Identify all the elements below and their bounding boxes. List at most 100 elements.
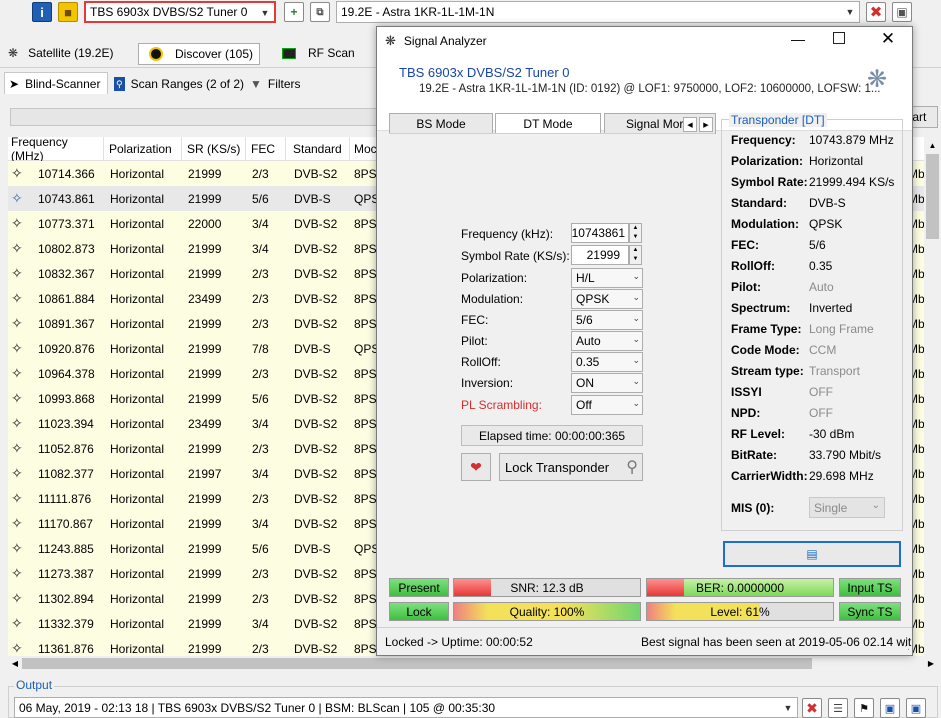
fec-select[interactable]: 5/6 ⌄: [571, 310, 643, 330]
inversion-label: Inversion:: [461, 375, 514, 390]
list-icon[interactable]: ☰: [828, 698, 848, 718]
chevron-down-icon: ▼: [783, 703, 793, 713]
table-cell: Horizontal: [110, 591, 165, 606]
rolloff-value: 0.35: [576, 355, 600, 369]
grid-hscrollbar[interactable]: ◀ ▶: [8, 656, 938, 671]
col-frequency[interactable]: Frequency (MHz): [8, 135, 104, 163]
satellite-dish-icon: ✧: [11, 190, 23, 206]
resize-grip-icon[interactable]: ⋱: [901, 641, 910, 652]
filter-icon: ▼: [250, 77, 262, 91]
scroll-thumb[interactable]: [926, 154, 939, 239]
scroll-up-icon[interactable]: ▲: [924, 137, 941, 154]
maximize-icon[interactable]: [833, 32, 845, 44]
ber-meter: BER: 0.0000000: [646, 578, 834, 597]
flag-icon[interactable]: ⚑: [854, 698, 874, 718]
modulation-value: QPSK: [576, 292, 610, 306]
transponder-value: -30 dBm: [809, 427, 855, 441]
table-cell: 21999: [188, 541, 222, 556]
transponder-label: Code Mode:: [731, 343, 800, 357]
symbol-rate-spinner[interactable]: ▲ ▼: [629, 245, 642, 265]
rolloff-select[interactable]: 0.35 ⌄: [571, 352, 643, 372]
inversion-row: Inversion:: [461, 372, 513, 393]
scroll-left-icon[interactable]: ◀: [8, 656, 22, 671]
new-page-icon[interactable]: +: [284, 2, 304, 22]
satellite-dish-icon: ✧: [11, 165, 23, 181]
table-cell: 21999: [188, 191, 222, 206]
table-cell: DVB-S2: [294, 466, 338, 481]
col-sr[interactable]: SR (KS/s): [184, 137, 246, 161]
table-cell: 11170.867: [38, 516, 93, 531]
save-output-icon[interactable]: ▣: [880, 698, 900, 718]
fec-label: FEC:: [461, 312, 489, 327]
satellite-dish-icon: ✧: [11, 215, 23, 231]
satellite-dish-icon: ✧: [11, 615, 23, 631]
col-fec[interactable]: FEC: [248, 137, 286, 161]
col-modulation-label: Moc: [354, 142, 377, 156]
analyzer-app-icon: ❋: [385, 33, 396, 48]
dt-mode-button[interactable]: DT Mode: [495, 113, 601, 134]
table-cell: Horizontal: [110, 366, 165, 381]
tab-filters[interactable]: ▼ Filters: [250, 73, 310, 95]
bs-mode-button[interactable]: BS Mode: [389, 113, 493, 134]
frequency-spinner[interactable]: ▲ ▼: [629, 223, 642, 243]
clear-output-icon[interactable]: ✖: [802, 698, 822, 718]
lock-transponder-button[interactable]: Lock Transponder ⚲: [499, 453, 643, 481]
save-icon[interactable]: ▣: [892, 2, 912, 22]
pl-scrambling-row: PL Scrambling:: [461, 394, 542, 415]
window-icon[interactable]: ▣: [906, 698, 926, 718]
frequency-value: 10743861: [571, 226, 625, 240]
satellite-dish-icon: ✧: [11, 565, 23, 581]
tab-discover[interactable]: Discover (105): [138, 43, 260, 65]
mis-select[interactable]: Single ⌄: [809, 497, 885, 518]
tab-scroll-right-icon[interactable]: ▶: [699, 117, 713, 132]
main-toolbar: i ■ TBS 6903x DVBS/S2 Tuner 0 ▼ + ⧉ 19.2…: [0, 0, 941, 26]
spectrum-view-button[interactable]: ▤: [723, 541, 901, 567]
tuner-select[interactable]: TBS 6903x DVBS/S2 Tuner 0 ▼: [84, 1, 276, 23]
close-icon[interactable]: ✕: [877, 29, 899, 49]
table-cell: Horizontal: [110, 191, 165, 206]
info-icon[interactable]: i: [32, 2, 52, 22]
lock-icon[interactable]: ■: [58, 2, 78, 22]
frequency-label: Frequency (kHz):: [461, 226, 554, 241]
lock-transponder-label: Lock Transponder: [505, 459, 610, 475]
inversion-select[interactable]: ON ⌄: [571, 373, 643, 393]
scroll-right-icon[interactable]: ▶: [924, 656, 938, 671]
tab-blind-scanner[interactable]: ➤ Blind-Scanner: [4, 72, 108, 94]
table-cell: 2/3: [252, 266, 269, 281]
rolloff-label: RollOff:: [461, 354, 501, 369]
modulation-select[interactable]: QPSK ⌄: [571, 289, 643, 309]
col-polarization[interactable]: Polarization: [106, 137, 182, 161]
tab-scroll-left-icon[interactable]: ◀: [683, 117, 697, 132]
symbol-rate-input[interactable]: 21999: [571, 245, 629, 265]
favorite-button[interactable]: ❤: [461, 453, 491, 481]
table-cell: Horizontal: [110, 491, 165, 506]
table-cell: DVB-S2: [294, 216, 338, 231]
pilot-select[interactable]: Auto ⌄: [571, 331, 643, 351]
table-cell: 10743.861: [38, 191, 95, 206]
transponder-label: NPD:: [731, 406, 761, 420]
polarization-select[interactable]: H/L ⌄: [571, 268, 643, 288]
table-cell: 2/3: [252, 291, 269, 306]
minimize-icon[interactable]: —: [787, 31, 809, 47]
table-cell: 23499: [188, 291, 222, 306]
frequency-input[interactable]: 10743861: [571, 223, 629, 243]
col-standard[interactable]: Standard: [290, 137, 350, 161]
tab-rfscan[interactable]: RF Scan: [282, 42, 372, 64]
satellite-select[interactable]: 19.2E - Astra 1KR-1L-1M-1N ▼: [336, 1, 860, 23]
tab-scan-ranges[interactable]: ⚲ Scan Ranges (2 of 2): [112, 73, 244, 95]
output-select[interactable]: 06 May, 2019 - 02:13 18 | TBS 6903x DVBS…: [14, 697, 798, 718]
analyzer-tuner-info: 19.2E - Astra 1KR-1L-1M-1N (ID: 0192) @ …: [419, 83, 881, 95]
close-red-icon[interactable]: ✖: [866, 2, 886, 22]
fec-value: 5/6: [576, 313, 593, 327]
grid-vscrollbar[interactable]: ▲: [924, 137, 941, 656]
bs-mode-label: BS Mode: [416, 116, 466, 131]
scroll-hthumb[interactable]: [22, 658, 812, 669]
pilot-row: Pilot:: [461, 330, 488, 351]
pl-scrambling-label: PL Scrambling:: [461, 397, 542, 412]
copy-icon[interactable]: ⧉: [310, 2, 330, 22]
pl-scrambling-select[interactable]: Off ⌄: [571, 395, 643, 415]
table-cell: 11111.876: [38, 491, 92, 506]
tab-satellite[interactable]: ❋ Satellite (19.2E): [8, 42, 126, 64]
transponder-label: Stream type:: [731, 364, 804, 378]
table-cell: 21999: [188, 241, 222, 256]
